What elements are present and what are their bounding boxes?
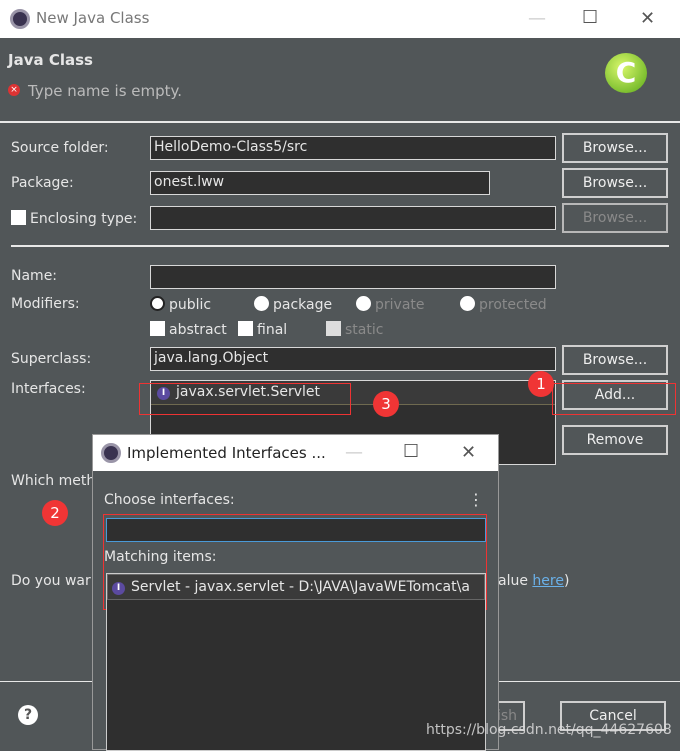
title-bar: New Java Class — ☐ ✕ <box>0 0 680 38</box>
more-options-icon[interactable]: ⋮ <box>468 490 484 509</box>
choose-interfaces-label: Choose interfaces: <box>104 492 235 508</box>
annotation-badge: 1 <box>528 371 554 397</box>
which-methods-label: Which meth <box>11 473 96 489</box>
modifiers-label: Modifiers: <box>11 296 80 312</box>
annotation-badge: 3 <box>373 391 399 417</box>
interface-icon: I <box>112 582 125 595</box>
maximize-button[interactable]: ☐ <box>582 7 598 28</box>
matching-items-label: Matching items: <box>104 549 217 565</box>
name-label: Name: <box>11 268 58 284</box>
here-link[interactable]: here <box>532 573 564 589</box>
implemented-interfaces-dialog: Implemented Interfaces ... — ☐ ✕ Choose … <box>92 434 499 751</box>
watermark: https://blog.csdn.net/qq_44627608 <box>426 722 672 738</box>
error-message: Type name is empty. <box>28 82 183 100</box>
enclosing-type-label: Enclosing type: <box>30 211 138 227</box>
checkbox-static[interactable]: static <box>326 321 383 338</box>
browse-source-button[interactable]: Browse... <box>562 133 668 163</box>
radio-package[interactable]: package <box>254 296 332 313</box>
help-icon[interactable]: ? <box>18 705 38 725</box>
eclipse-icon <box>101 443 121 463</box>
superclass-input[interactable]: java.lang.Object <box>150 347 556 371</box>
form-divider <box>11 245 669 247</box>
radio-protected[interactable]: protected <box>460 296 547 313</box>
comments-text-end: ) <box>563 573 570 589</box>
browse-package-button[interactable]: Browse... <box>562 168 668 198</box>
popup-title: Implemented Interfaces ... <box>127 444 326 462</box>
checkbox-final[interactable]: final <box>238 321 287 338</box>
highlight-box <box>139 383 351 415</box>
popup-close-button[interactable]: ✕ <box>461 442 476 463</box>
enclosing-type-checkbox[interactable]: Enclosing type: <box>11 210 137 227</box>
comments-question: Do you war <box>11 573 91 589</box>
minimize-button[interactable]: — <box>528 8 546 29</box>
error-icon: × <box>8 84 20 96</box>
eclipse-icon <box>10 9 30 29</box>
remove-interface-button[interactable]: Remove <box>562 425 668 455</box>
package-input[interactable]: onest.lww <box>150 171 490 195</box>
radio-public[interactable]: public <box>150 296 211 313</box>
header-divider <box>0 121 680 123</box>
filter-input[interactable] <box>106 518 486 542</box>
page-title: Java Class <box>8 51 93 69</box>
window-title: New Java Class <box>36 9 150 27</box>
close-button[interactable]: ✕ <box>640 8 655 29</box>
popup-maximize-button[interactable]: ☐ <box>403 441 419 462</box>
browse-superclass-button[interactable]: Browse... <box>562 345 668 375</box>
enclosing-type-input[interactable] <box>150 206 556 230</box>
source-folder-label: Source folder: <box>11 140 109 156</box>
comments-text: alue <box>498 573 533 589</box>
checkbox-icon <box>11 210 26 225</box>
superclass-label: Superclass: <box>11 351 92 367</box>
list-item[interactable]: I Servlet - javax.servlet - D:\JAVA\JavaW… <box>107 574 485 600</box>
highlight-box <box>552 383 676 415</box>
checkbox-abstract[interactable]: abstract <box>150 321 227 338</box>
interfaces-label: Interfaces: <box>11 381 86 397</box>
browse-enclosing-button[interactable]: Browse... <box>562 203 668 233</box>
popup-title-bar: Implemented Interfaces ... — ☐ ✕ <box>93 435 498 471</box>
package-label: Package: <box>11 175 74 191</box>
annotation-badge: 2 <box>42 500 68 526</box>
name-input[interactable] <box>150 265 556 289</box>
class-c-icon: C <box>605 53 647 93</box>
popup-minimize-button[interactable]: — <box>345 442 363 463</box>
source-folder-input[interactable]: HelloDemo-Class5/src <box>150 136 556 160</box>
radio-private[interactable]: private <box>356 296 425 313</box>
